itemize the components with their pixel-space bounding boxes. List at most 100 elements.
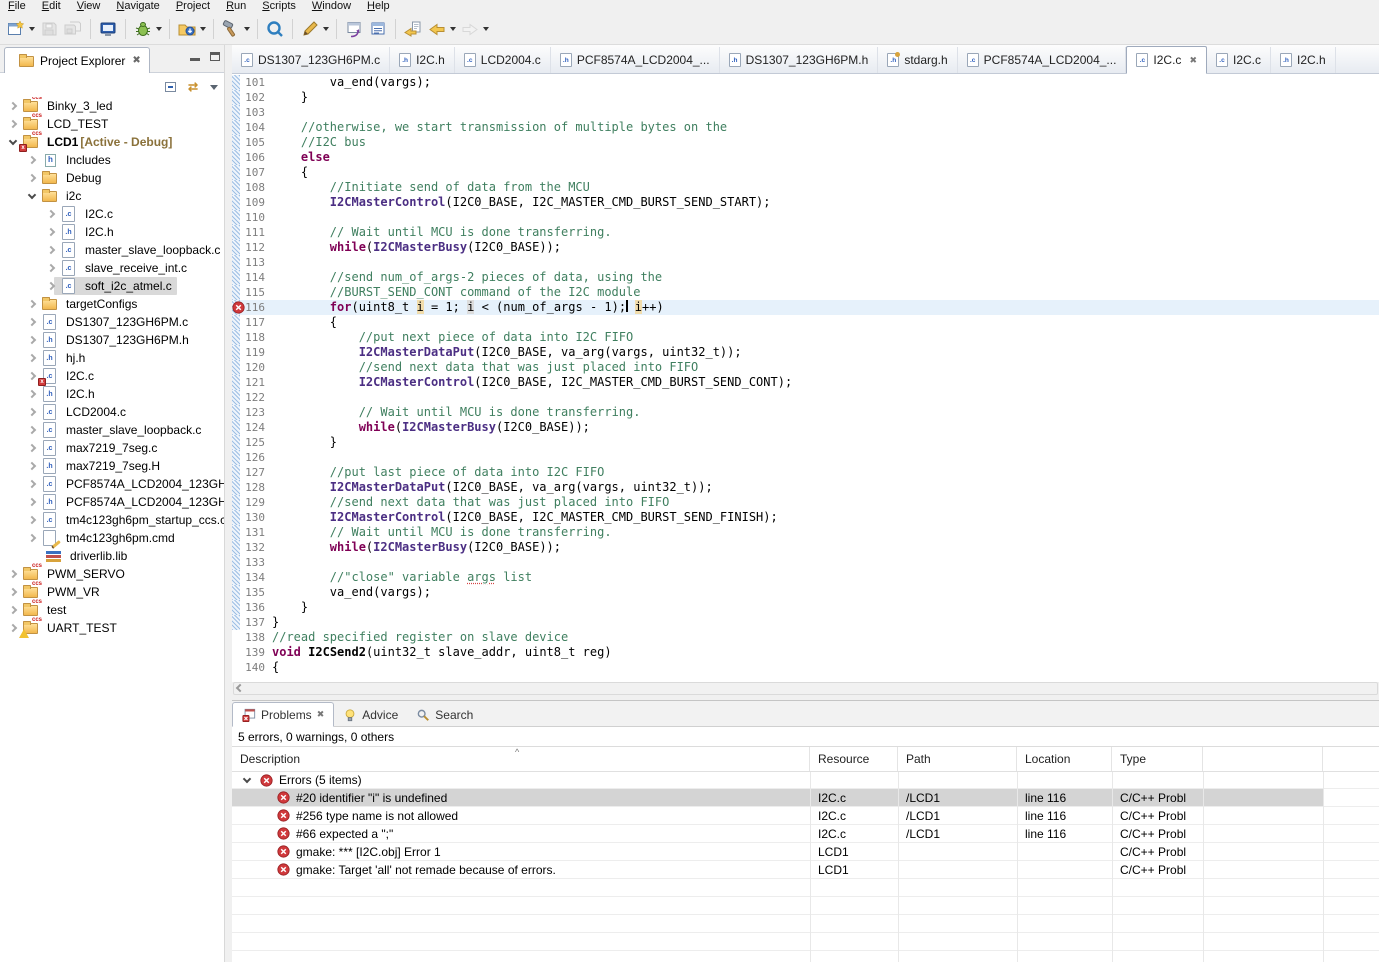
tree-item-master-slave-loopback-c[interactable]: .cmaster_slave_loopback.c <box>0 421 224 439</box>
menu-item-scripts[interactable]: Scripts <box>254 0 304 13</box>
editor-tab-lcd2004-c[interactable]: .cLCD2004.c <box>455 47 551 73</box>
close-icon[interactable]: ✖ <box>317 709 325 720</box>
dropdown-caret-icon[interactable] <box>450 27 456 31</box>
tree-item-pcf8574a-lcd2004-123gh6p[interactable]: .hPCF8574A_LCD2004_123GH6P <box>0 493 224 511</box>
tree-item-uart-test[interactable]: ccsUART_TEST <box>0 619 224 637</box>
menu-item-file[interactable]: File <box>0 0 34 13</box>
problem-row[interactable]: gmake: *** [I2C.obj] Error 1LCD1C/C++ Pr… <box>232 843 1379 861</box>
dropdown-caret-icon[interactable] <box>323 27 329 31</box>
menu-item-project[interactable]: Project <box>168 0 218 13</box>
tree-item-i2c-c[interactable]: .cI2C.c <box>0 205 224 223</box>
tree-item-lcd1[interactable]: ccsxLCD1 [Active - Debug] <box>0 133 224 151</box>
tree-item-master-slave-loopback-c[interactable]: .cmaster_slave_loopback.c <box>0 241 224 259</box>
line-number: 137 <box>240 615 265 630</box>
tree-item-includes[interactable]: Includes <box>0 151 224 169</box>
editor-tab-pcf8574a-lcd2004-[interactable]: .cPCF8574A_LCD2004_... <box>958 47 1127 73</box>
tree-item-slave-receive-int-c[interactable]: .cslave_receive_int.c <box>0 259 224 277</box>
problem-row[interactable]: #20 identifier "i" is undefinedI2C.c/LCD… <box>232 789 1379 807</box>
dropdown-caret-icon[interactable] <box>156 27 162 31</box>
open-resource-button[interactable] <box>342 17 366 41</box>
link-with-editor-icon[interactable]: ⇄ <box>188 82 198 92</box>
column-header-location[interactable]: Location <box>1017 747 1112 771</box>
tree-item-i2c[interactable]: i2c <box>0 187 224 205</box>
console-button[interactable] <box>96 17 120 41</box>
column-header-type[interactable]: Type <box>1112 747 1203 771</box>
dropdown-caret-icon[interactable] <box>483 27 489 31</box>
tree-item-lcd2004-c[interactable]: .cLCD2004.c <box>0 403 224 421</box>
search-button[interactable] <box>263 17 287 41</box>
show-view-button[interactable] <box>366 17 390 41</box>
project-explorer-tab[interactable]: Project Explorer ✖ <box>4 47 150 73</box>
editor-tab-i2c-h[interactable]: .hI2C.h <box>1271 47 1336 73</box>
dropdown-caret-icon[interactable] <box>244 27 250 31</box>
code-editor[interactable]: 101 va_end(vargs);102 }103104 //otherwis… <box>232 74 1379 682</box>
chevron-down-icon[interactable] <box>243 774 251 782</box>
editor-tab-ds1307-123gh6pm-c[interactable]: .cDS1307_123GH6PM.c <box>232 47 390 73</box>
c-file-icon: .c <box>1136 53 1148 67</box>
error-marker-icon[interactable] <box>232 301 245 314</box>
problem-row[interactable]: gmake: Target 'all' not remade because o… <box>232 861 1379 879</box>
tree-item-i2c-c[interactable]: .cxI2C.c <box>0 367 224 385</box>
column-header-resource[interactable]: Resource <box>810 747 898 771</box>
column-header-path[interactable]: Path <box>898 747 1017 771</box>
menu-item-edit[interactable]: Edit <box>34 0 69 13</box>
view-menu-icon[interactable] <box>210 85 218 90</box>
dropdown-caret-icon[interactable] <box>29 27 35 31</box>
problems-view-tab-advice[interactable]: Advice <box>334 703 407 726</box>
tree-item-soft-i2c-atmel-c[interactable]: .csoft_i2c_atmel.c <box>0 277 224 295</box>
tree-item-ds1307-123gh6pm-h[interactable]: .hDS1307_123GH6PM.h <box>0 331 224 349</box>
dropdown-caret-icon[interactable] <box>200 27 206 31</box>
range-indicator <box>232 135 240 150</box>
tree-item-ds1307-123gh6pm-c[interactable]: .cDS1307_123GH6PM.c <box>0 313 224 331</box>
menu-item-view[interactable]: View <box>69 0 109 13</box>
code-line-113: 113 <box>232 255 1379 270</box>
problem-row[interactable]: #66 expected a ";"I2C.c/LCD1line 116C/C+… <box>232 825 1379 843</box>
close-icon[interactable]: ✖ <box>132 55 140 66</box>
menu-item-window[interactable]: Window <box>304 0 359 13</box>
menu-item-help[interactable]: Help <box>359 0 398 13</box>
problems-view-tab-problems[interactable]: Problems✖ <box>232 702 334 727</box>
problem-resource: I2C.c <box>810 791 898 805</box>
tree-item-i2c-h[interactable]: .hI2C.h <box>0 385 224 403</box>
close-icon[interactable]: ✖ <box>1189 55 1197 66</box>
minimize-icon[interactable] <box>190 52 200 61</box>
pen-button[interactable] <box>298 17 331 41</box>
toolbar-separator <box>125 19 126 39</box>
editor-tab-i2c-c[interactable]: .cI2C.c <box>1207 47 1271 73</box>
last-edit-location-button[interactable] <box>401 17 425 41</box>
new-button[interactable] <box>4 17 37 41</box>
tree-item-targetconfigs[interactable]: targetConfigs <box>0 295 224 313</box>
editor-tab-ds1307-123gh6pm-h[interactable]: .hDS1307_123GH6PM.h <box>720 47 879 73</box>
tree-item-label: tm4c123gh6pm.cmd <box>64 530 177 546</box>
editor-tab-i2c-h[interactable]: .hI2C.h <box>390 47 455 73</box>
debug-button[interactable] <box>131 17 164 41</box>
build-button[interactable] <box>219 17 252 41</box>
back-button[interactable] <box>425 17 458 41</box>
problem-type: C/C++ Probl <box>1112 809 1203 823</box>
problems-group-errors[interactable]: Errors (5 items) <box>232 772 1379 789</box>
menu-item-navigate[interactable]: Navigate <box>108 0 167 13</box>
tree-item-debug[interactable]: Debug <box>0 169 224 187</box>
editor-tab-stdarg-h[interactable]: .hstdarg.h <box>878 47 957 73</box>
menu-item-run[interactable]: Run <box>218 0 254 13</box>
editor-tab-pcf8574a-lcd2004-[interactable]: .hPCF8574A_LCD2004_... <box>551 47 720 73</box>
flash-button[interactable] <box>175 17 208 41</box>
scroll-left-icon[interactable] <box>236 684 244 692</box>
horizontal-scrollbar[interactable] <box>233 682 1378 695</box>
problem-row[interactable]: #256 type name is not allowedI2C.c/LCD1l… <box>232 807 1379 825</box>
collapse-all-icon[interactable] <box>165 82 176 92</box>
tree-item-pcf8574a-lcd2004-123gh6p[interactable]: .cPCF8574A_LCD2004_123GH6P <box>0 475 224 493</box>
maximize-icon[interactable] <box>210 52 220 61</box>
tree-item-hj-h[interactable]: .hhj.h <box>0 349 224 367</box>
problems-view-tab-search[interactable]: Search <box>407 703 482 726</box>
tree-item-tm4c123gh6pm-startup-ccs-c[interactable]: .ctm4c123gh6pm_startup_ccs.c <box>0 511 224 529</box>
code-line-124: 124 while(I2CMasterBusy(I2C0_BASE)); <box>232 420 1379 435</box>
tree-item-i2c-h[interactable]: .hI2C.h <box>0 223 224 241</box>
column-header-description[interactable]: Description <box>232 747 810 771</box>
editor-tab-i2c-c[interactable]: .cI2C.c✖ <box>1126 46 1207 74</box>
tree-item-tm4c123gh6pm-cmd[interactable]: tm4c123gh6pm.cmd <box>0 529 224 547</box>
h-file-icon: .h <box>399 53 411 67</box>
tree-item-max7219-7seg-h[interactable]: .hmax7219_7seg.H <box>0 457 224 475</box>
line-number: 120 <box>240 360 265 375</box>
tree-item-max7219-7seg-c[interactable]: .cmax7219_7seg.c <box>0 439 224 457</box>
